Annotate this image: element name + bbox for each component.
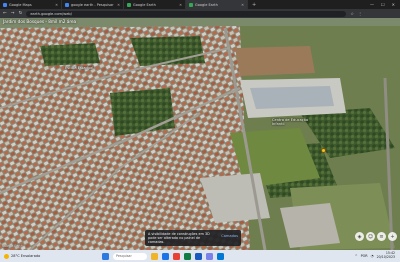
outlook-icon[interactable] [217,252,224,260]
windows-taskbar: 28°C Ensolarado Pesquisar ^ POR ◔ 15:42 … [0,250,400,262]
tab-pesquisar[interactable]: google earth - Pesquisar ✕ [62,0,124,9]
address-bar: ← → ↻ earth.google.com/web/ ☆ ⋮ [0,9,400,18]
minimize-icon[interactable]: — [370,2,374,7]
map-controls: ◈ ☺ ≡ + [355,232,397,241]
file-explorer-icon[interactable] [151,252,158,260]
search-input[interactable]: Pesquisar [113,252,147,260]
window-controls: — ☐ ✕ [370,2,400,7]
new-tab-icon[interactable]: + [248,2,260,8]
url-input[interactable]: earth.google.com/web/ [26,10,347,17]
tab-label: Google Maps [9,2,32,7]
star-icon[interactable]: ☆ [350,11,354,16]
bing-favicon-icon [65,2,69,7]
map-viewport[interactable]: Jardim dos Bosques - 8mil m2 área Escola… [0,18,400,250]
layers-icon[interactable]: ≡ [377,232,386,241]
center-label[interactable]: Centro de Educação Infantil [272,118,308,126]
tab-google-maps[interactable]: Google Maps ✕ [0,0,62,9]
earth-favicon-icon [189,2,193,7]
edge-icon[interactable] [162,252,169,260]
tab-label: google earth - Pesquisar [71,2,114,7]
attribution: Google Earth [2,244,23,248]
person-icon[interactable]: ☺ [366,232,375,241]
toast-message: A visibilidade de construções em 3D pode… [148,232,210,245]
maps-favicon-icon [3,2,7,7]
menu-icon[interactable]: ⋮ [358,11,362,16]
chrome-icon[interactable] [173,252,180,260]
word-icon[interactable] [195,252,202,260]
maximize-icon[interactable]: ☐ [381,2,385,7]
compass-icon[interactable]: ◈ [355,232,364,241]
language-indicator[interactable]: POR [361,254,368,258]
start-icon[interactable] [102,252,109,260]
weather-text: 28°C Ensolarado [11,254,41,258]
teams-icon[interactable] [206,252,213,260]
system-tray: ^ POR ◔ 15:42 20/10/2023 [355,251,400,260]
tab-bar: Google Maps ✕ google earth - Pesquisar ✕… [0,0,400,9]
excel-icon[interactable] [184,252,191,260]
close-window-icon[interactable]: ✕ [392,2,395,7]
toast-action-button[interactable]: Camadas [221,234,238,238]
tab-google-earth-active[interactable]: Google Earth ✕ [186,0,248,9]
earth-favicon-icon [127,2,131,7]
close-icon[interactable]: ✕ [179,3,182,7]
info-toast: A visibilidade de construções em 3D pode… [145,230,241,246]
place-title: Jardim dos Bosques - 8mil m2 área [3,19,77,24]
url-text: earth.google.com/web/ [30,11,72,16]
back-icon[interactable]: ← [3,11,7,16]
taskbar-apps: Pesquisar [102,252,224,260]
plus-icon[interactable]: + [388,232,397,241]
close-icon[interactable]: ✕ [241,3,244,7]
screen: Google Maps ✕ google earth - Pesquisar ✕… [0,0,400,262]
close-icon[interactable]: ✕ [55,3,58,7]
forward-icon[interactable]: → [11,11,15,16]
wifi-icon[interactable]: ◔ [371,254,374,258]
search-placeholder: Pesquisar [116,254,132,258]
chevron-up-icon[interactable]: ^ [355,254,358,258]
tab-google-earth[interactable]: Google Earth ✕ [124,0,186,9]
tab-label: Google Earth [195,2,218,7]
weather-widget[interactable]: 28°C Ensolarado [0,253,70,259]
clock[interactable]: 15:42 20/10/2023 [376,251,395,260]
school-label[interactable]: Escola Estadual [65,66,93,70]
sun-icon [4,253,9,259]
placemark-pin-icon[interactable] [321,148,326,153]
satellite-imagery [0,18,400,250]
reload-icon[interactable]: ↻ [19,11,23,16]
close-icon[interactable]: ✕ [117,3,120,7]
clock-date: 20/10/2023 [376,255,395,259]
tab-label: Google Earth [133,2,156,7]
